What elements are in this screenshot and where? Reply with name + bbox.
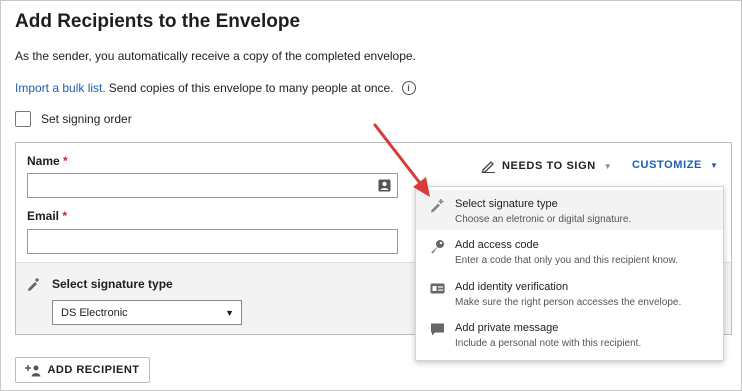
signature-type-label: Select signature type <box>52 277 173 291</box>
add-person-icon <box>25 364 41 376</box>
import-bulk-list-link[interactable]: Import a bulk list. <box>15 81 106 95</box>
name-label: Name * <box>27 154 68 168</box>
menu-item-title: Add access code <box>455 239 539 251</box>
chat-bubble-icon <box>431 323 444 336</box>
chevron-down-icon: ▼ <box>709 160 719 170</box>
pen-plus-icon <box>28 278 39 291</box>
menu-item-title: Add identity verification <box>455 281 569 293</box>
email-label-text: Email <box>27 209 60 223</box>
menu-item-add-private-message[interactable]: Add private message Include a personal n… <box>416 314 723 354</box>
address-book-icon[interactable] <box>378 179 391 192</box>
chevron-down-icon: ▼ <box>225 308 234 318</box>
customize-label: CUSTOMIZE <box>632 159 702 171</box>
email-label: Email * <box>27 209 67 223</box>
sender-copy-note: As the sender, you automatically receive… <box>15 49 416 63</box>
required-mark: * <box>62 209 68 223</box>
menu-item-add-access-code[interactable]: Add access code Enter a code that only y… <box>416 231 723 271</box>
name-input[interactable] <box>27 173 398 198</box>
action-label: NEEDS TO SIGN <box>502 160 596 172</box>
add-recipient-label: ADD RECIPIENT <box>47 364 140 376</box>
info-icon[interactable]: i <box>401 81 416 95</box>
required-mark: * <box>63 154 68 168</box>
signing-order-row[interactable]: Set signing order <box>15 111 132 127</box>
menu-item-desc: Make sure the right person accesses the … <box>455 297 682 308</box>
signing-order-checkbox[interactable] <box>15 111 31 127</box>
email-input[interactable] <box>27 229 398 254</box>
menu-item-select-signature-type[interactable]: Select signature type Choose an eletroni… <box>416 190 723 230</box>
menu-item-desc: Choose an eletronic or digital signature… <box>455 214 632 225</box>
customize-menu: Select signature type Choose an eletroni… <box>415 186 724 361</box>
key-icon <box>431 240 444 253</box>
pen-icon <box>481 161 495 173</box>
bulk-list-row: Import a bulk list. Send copies of this … <box>15 81 416 95</box>
menu-item-title: Select signature type <box>455 198 558 210</box>
signature-type-select[interactable]: DS Electronic ▼ <box>52 300 242 325</box>
menu-item-add-identity-verification[interactable]: Add identity verification Make sure the … <box>416 273 723 313</box>
bulk-list-text: Send copies of this envelope to many peo… <box>108 81 394 95</box>
menu-item-title: Add private message <box>455 322 559 334</box>
chevron-down-icon: ▼ <box>603 161 613 171</box>
recipient-action-dropdown[interactable]: NEEDS TO SIGN ▼ <box>481 159 612 173</box>
menu-item-desc: Enter a code that only you and this reci… <box>455 255 678 266</box>
page-title: Add Recipients to the Envelope <box>15 11 301 32</box>
signature-type-value: DS Electronic <box>61 306 128 319</box>
name-label-text: Name <box>27 154 60 168</box>
menu-item-desc: Include a personal note with this recipi… <box>455 338 642 349</box>
signing-order-label: Set signing order <box>41 112 132 126</box>
customize-dropdown[interactable]: CUSTOMIZE ▼ <box>632 159 719 171</box>
pen-plus-icon <box>431 199 444 213</box>
id-card-icon <box>430 283 445 294</box>
add-recipient-button[interactable]: ADD RECIPIENT <box>15 357 150 383</box>
